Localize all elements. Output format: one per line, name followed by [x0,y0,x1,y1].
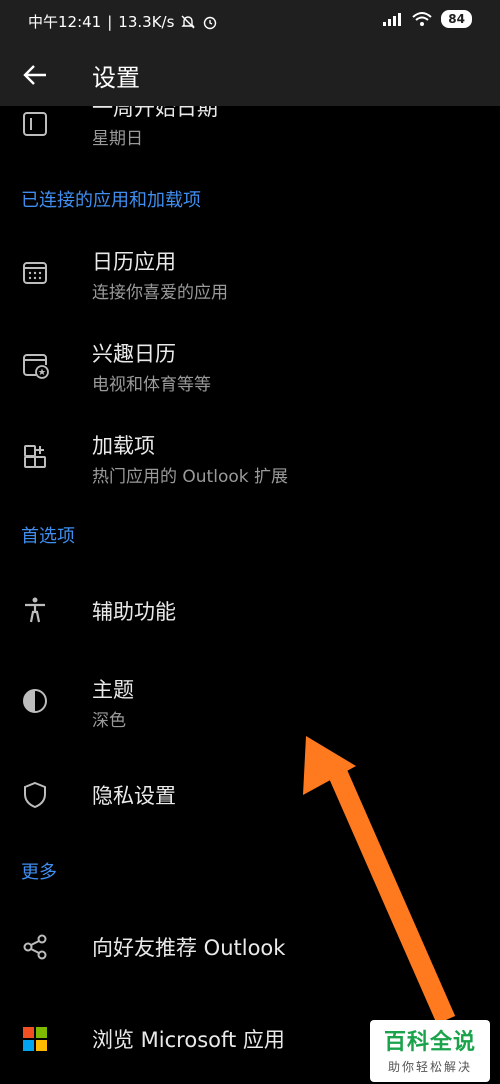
watermark-sub: 助你轻松解决 [387,1060,472,1074]
watermark-main: 百科全说 [383,1030,476,1055]
section-preferences: 首选项 [21,526,75,547]
status-right: 84 [381,10,472,28]
addins-row[interactable]: 加载项 热门应用的 Outlook 扩展 [0,420,500,490]
signal-icon [383,13,402,26]
watermark-logo: 百科全说 助你轻松解决 [370,1020,490,1082]
theme-row[interactable]: 主题 深色 [0,666,500,736]
accessibility-title: 辅助功能 [92,600,176,624]
status-bar: 中午12:41 | 13.3K/s 84 [0,0,500,44]
calendar-apps-subtitle: 连接你喜爱的应用 [92,283,228,303]
interesting-calendars-title: 兴趣日历 [92,342,176,366]
shield-icon [24,781,46,809]
theme-contrast-icon [23,689,47,713]
microsoft-logo-icon [23,1027,47,1051]
week-start-subtitle: 星期日 [92,129,143,149]
calendar-apps-title: 日历应用 [92,250,176,274]
privacy-row[interactable]: 隐私设置 [0,760,500,830]
settings-list[interactable]: 一周开始日期 星期日 已连接的应用和加载项 日历应用 连接你喜爱的应用 兴趣日历… [0,106,500,1084]
browse-microsoft-title: 浏览 Microsoft 应用 [92,1028,285,1052]
theme-subtitle: 深色 [92,711,126,731]
page-title: 设置 [92,64,140,92]
addins-icon [24,445,46,468]
privacy-title: 隐私设置 [92,784,176,808]
addins-subtitle: 热门应用的 Outlook 扩展 [92,467,288,487]
accessibility-icon [25,597,45,623]
interesting-calendars-subtitle: 电视和体育等等 [92,375,211,395]
calendar-star-icon [23,354,49,379]
back-arrow-icon[interactable] [18,57,54,93]
calendar-grid-icon [23,262,47,284]
section-connected-apps: 已连接的应用和加载项 [21,190,201,211]
week-start-row[interactable]: 一周开始日期 星期日 [0,106,500,160]
clock: 中午12:41 [28,13,102,31]
accessibility-row[interactable]: 辅助功能 [0,576,500,646]
wifi-icon [412,12,432,26]
calendar-week-icon [23,112,47,136]
addins-title: 加载项 [92,434,155,458]
app-bar: 设置 [0,44,500,106]
network-speed: 13.3K/s [118,12,175,31]
battery-indicator: 84 [441,10,472,28]
section-more: 更多 [21,862,57,883]
alarm-icon [204,16,217,29]
calendar-apps-row[interactable]: 日历应用 连接你喜爱的应用 [0,236,500,306]
interesting-calendars-row[interactable]: 兴趣日历 电视和体育等等 [0,328,500,398]
recommend-row[interactable]: 向好友推荐 Outlook [0,912,500,982]
theme-title: 主题 [92,678,134,702]
mute-icon [181,15,196,28]
share-icon [23,934,47,960]
separator: | [107,12,113,31]
week-start-title: 一周开始日期 [92,106,218,120]
recommend-title: 向好友推荐 Outlook [92,936,286,960]
status-left: 中午12:41 | 13.3K/s [28,11,218,32]
